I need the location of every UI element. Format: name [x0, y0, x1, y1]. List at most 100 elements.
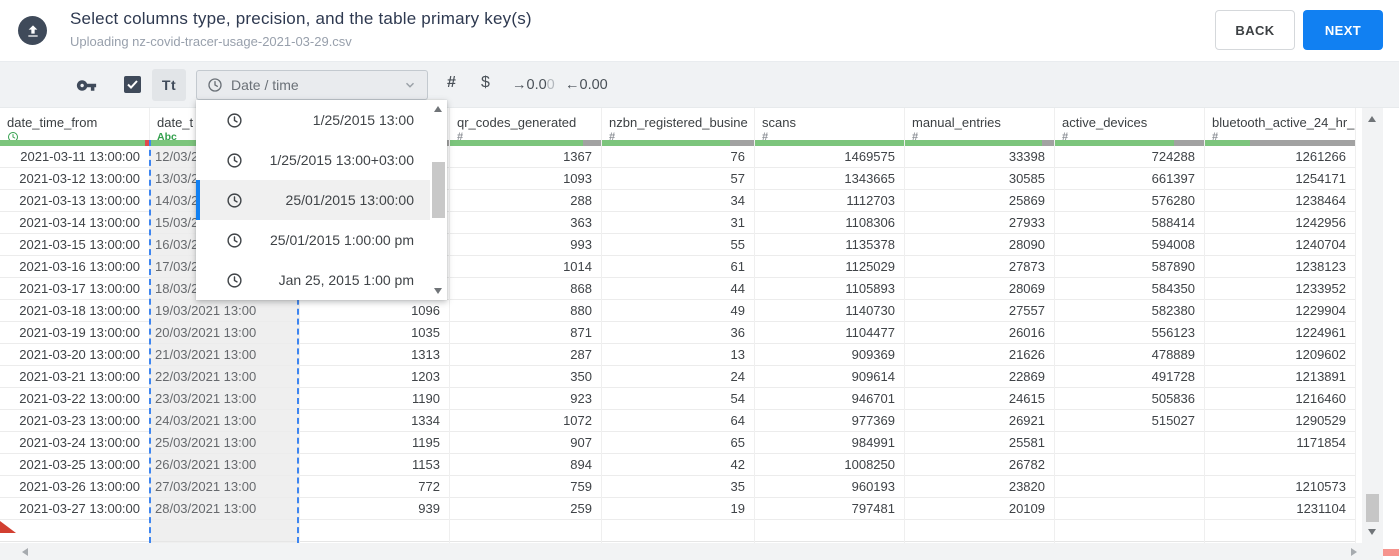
nullable-checkbox[interactable] [124, 76, 141, 93]
increase-decimal-button[interactable]: →0.00 [512, 77, 555, 93]
table-cell: 1238464 [1205, 190, 1355, 212]
table-cell: 515027 [1055, 410, 1204, 432]
table-cell: 1096 [300, 300, 449, 322]
column-name: active_devices [1062, 115, 1148, 130]
currency-type-button[interactable]: $ [481, 74, 490, 92]
table-cell: 27/03/2021 13:00 [150, 476, 299, 498]
scroll-right-icon[interactable] [1351, 548, 1357, 556]
column-cells: 2021-03-11 13:00:00 2021-03-12 13:00:00 20… [0, 146, 150, 543]
clock-icon [227, 232, 242, 248]
vertical-scrollbar[interactable] [1362, 108, 1383, 543]
table-cell: 661397 [1055, 168, 1204, 190]
column-type-select[interactable]: Date / time [196, 70, 428, 100]
table-cell: 22/03/2021 13:00 [150, 366, 299, 388]
table-cell: 1313 [300, 344, 449, 366]
table-cell: 584350 [1055, 278, 1204, 300]
table-cell: 1140730 [755, 300, 904, 322]
table-cell: 54 [602, 388, 754, 410]
table-cell: 1242956 [1205, 212, 1355, 234]
table-cell: 24/03/2021 13:00 [150, 410, 299, 432]
column-header[interactable]: date_time_from [0, 108, 150, 142]
scroll-left-icon[interactable] [22, 548, 28, 556]
column-header[interactable]: manual_entries # [905, 108, 1055, 143]
table-cell: 21/03/2021 13:00 [150, 344, 299, 366]
column-name: nzbn_registered_busine [609, 115, 748, 130]
table-cell: 1171854 [1205, 432, 1355, 454]
table-cell: 2021-03-13 13:00:00 [0, 190, 149, 212]
clock-icon [208, 78, 222, 92]
menu-scroll-thumb[interactable] [432, 162, 445, 218]
number-type-button[interactable]: # [447, 74, 456, 92]
menu-item-date-format[interactable]: 1/25/2015 13:00 [196, 100, 430, 140]
menu-item-date-format[interactable]: 25/01/2015 13:00:00 [196, 180, 430, 220]
empty-row [755, 520, 904, 542]
menu-scrollbar[interactable] [430, 100, 447, 300]
table-cell: 1261266 [1205, 146, 1355, 168]
table-cell: 772 [300, 476, 449, 498]
column-header[interactable]: qr_codes_generated # [450, 108, 602, 143]
column-header[interactable]: scans # [755, 108, 905, 143]
table-cell: 350 [450, 366, 601, 388]
page-header: Select columns type, precision, and the … [0, 0, 1399, 62]
table-cell: 894 [450, 454, 601, 476]
table-cell [1055, 476, 1204, 498]
scroll-down-icon[interactable] [1368, 529, 1376, 535]
table-cell: 2021-03-23 13:00:00 [0, 410, 149, 432]
table-cell: 33398 [905, 146, 1054, 168]
table-cell: 984991 [755, 432, 904, 454]
column-header[interactable]: nzbn_registered_busine # [602, 108, 755, 143]
column-cells: 1367 1093 288 363 993 1014 868 880 871 287 350 923 1… [450, 146, 602, 543]
table-cell: 25581 [905, 432, 1054, 454]
table-cell: 19 [602, 498, 754, 520]
table-cell: 26016 [905, 322, 1054, 344]
menu-item-date-format[interactable]: Jan 25, 2015 1:00 pm [196, 260, 430, 300]
table-cell: 1105893 [755, 278, 904, 300]
table-cell: 35 [602, 476, 754, 498]
vertical-scroll-thumb[interactable] [1366, 494, 1379, 522]
selected-type-label: Date / time [231, 77, 299, 93]
column-cells: 724288 661397 576280 588414 594008 587890 5843… [1055, 146, 1205, 543]
table-cell: 24615 [905, 388, 1054, 410]
table-cell: 28069 [905, 278, 1054, 300]
table-cell: 1231104 [1205, 498, 1355, 520]
decrease-decimal-button[interactable]: ←0.00 [565, 77, 608, 93]
next-button[interactable]: NEXT [1303, 10, 1383, 50]
column-manual_entries: manual_entries #33398 30585 25869 27933 28090… [905, 108, 1055, 543]
table-cell: 1254171 [1205, 168, 1355, 190]
column-name: manual_entries [912, 115, 1001, 130]
table-cell: 49 [602, 300, 754, 322]
table-cell: 1233952 [1205, 278, 1355, 300]
table-cell: 1153 [300, 454, 449, 476]
menu-scroll-down-icon[interactable] [434, 288, 442, 294]
menu-item-date-format[interactable]: 25/01/2015 1:00:00 pm [196, 220, 430, 260]
horizontal-scrollbar[interactable] [0, 543, 1383, 560]
table-cell: 36 [602, 322, 754, 344]
table-cell: 1035 [300, 322, 449, 344]
table-cell: 1229904 [1205, 300, 1355, 322]
column-qr_codes_generated: qr_codes_generated #1367 1093 288 363 993 1014… [450, 108, 602, 543]
scroll-up-icon[interactable] [1368, 116, 1376, 122]
corner-indicator [1383, 549, 1399, 556]
table-cell: 977369 [755, 410, 904, 432]
column-header[interactable]: bluetooth_active_24_hr_ # [1205, 108, 1356, 143]
table-cell: 1343665 [755, 168, 904, 190]
table-cell: 1240704 [1205, 234, 1355, 256]
menu-item-date-format[interactable]: 1/25/2015 13:00+03:00 [196, 140, 430, 180]
text-type-button[interactable]: Tt [152, 69, 186, 101]
table-cell: 2021-03-14 13:00:00 [0, 212, 149, 234]
clock-icon [227, 152, 242, 168]
back-button[interactable]: BACK [1215, 10, 1295, 50]
table-cell: 587890 [1055, 256, 1204, 278]
table-cell: 2021-03-25 13:00:00 [0, 454, 149, 476]
column-cells: 1469575 1343665 1112703 1108306 1135378 11250… [755, 146, 905, 543]
table-cell: 27557 [905, 300, 1054, 322]
table-cell: 23820 [905, 476, 1054, 498]
menu-scroll-up-icon[interactable] [434, 106, 442, 112]
table-cell [1205, 454, 1355, 476]
table-cell: 26921 [905, 410, 1054, 432]
column-header[interactable]: active_devices # [1055, 108, 1205, 143]
table-cell: 57 [602, 168, 754, 190]
primary-key-icon[interactable] [76, 75, 97, 101]
table-cell: 582380 [1055, 300, 1204, 322]
table-cell: 1112703 [755, 190, 904, 212]
